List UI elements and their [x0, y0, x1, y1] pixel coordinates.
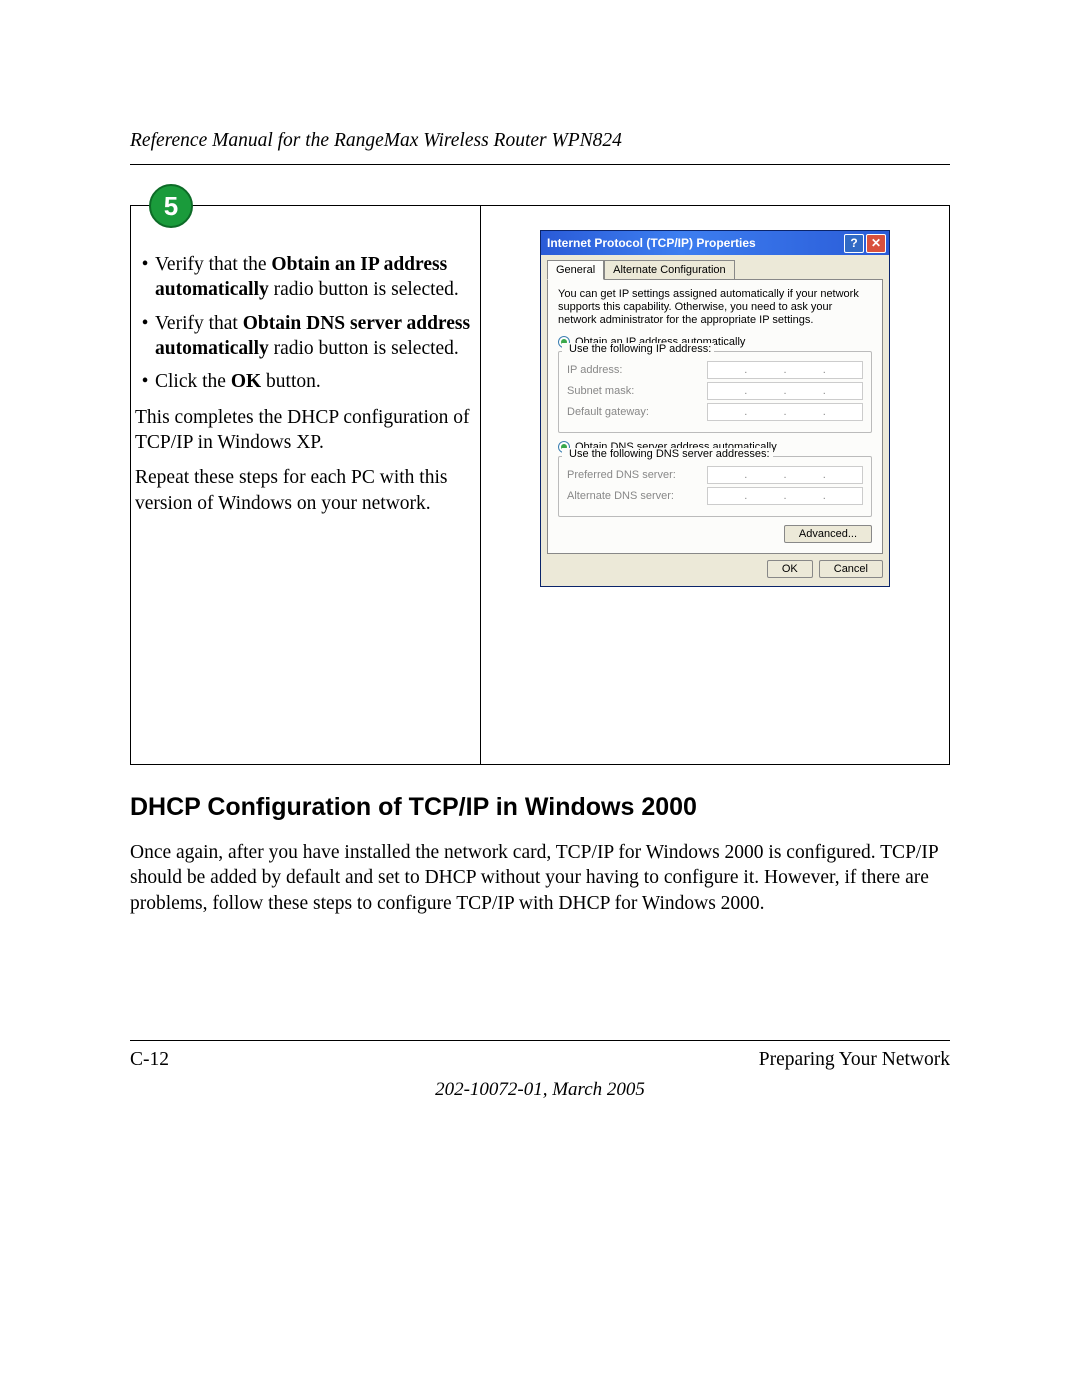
bullet-item: • Verify that Obtain DNS server address …: [135, 311, 472, 362]
row-alternate-dns: Alternate DNS server: ...: [567, 487, 863, 505]
row-subnet: Subnet mask: ...: [567, 382, 863, 400]
close-icon[interactable]: ✕: [866, 234, 886, 253]
footer-rule: [130, 1040, 950, 1041]
label-ip-address: IP address:: [567, 364, 707, 376]
bullet-text: radio button is selected.: [269, 338, 459, 359]
header-rule: [130, 164, 950, 165]
label-alternate-dns: Alternate DNS server:: [567, 490, 707, 502]
help-icon[interactable]: ?: [844, 234, 864, 253]
tab-general[interactable]: General: [547, 260, 604, 280]
bullet-text: Click the: [155, 371, 231, 392]
alternate-dns-field[interactable]: ...: [707, 487, 863, 505]
step-container: 5 • Verify that the Obtain an IP address…: [130, 205, 950, 765]
tab-panel-general: You can get IP settings assigned automat…: [547, 279, 883, 554]
label-gateway: Default gateway:: [567, 406, 707, 418]
preferred-dns-field[interactable]: ...: [707, 466, 863, 484]
doc-header-title: Reference Manual for the RangeMax Wirele…: [130, 130, 950, 152]
bullet-text: Verify that: [155, 313, 243, 334]
step-instructions: 5 • Verify that the Obtain an IP address…: [131, 206, 481, 764]
dialog-title: Internet Protocol (TCP/IP) Properties: [547, 236, 842, 250]
tab-alternate-configuration[interactable]: Alternate Configuration: [604, 260, 735, 280]
radio-use-following-dns[interactable]: Use the following DNS server addresses:: [569, 448, 770, 460]
step-screenshot: Internet Protocol (TCP/IP) Properties ? …: [481, 206, 949, 764]
dialog-titlebar[interactable]: Internet Protocol (TCP/IP) Properties ? …: [541, 231, 889, 255]
fieldset-static-ip: Use the following IP address: IP address…: [558, 351, 872, 433]
dialog-tabs: General Alternate Configuration: [547, 259, 883, 279]
label-subnet: Subnet mask:: [567, 385, 707, 397]
bullet-marker: •: [135, 311, 155, 362]
page-number: C-12: [130, 1049, 169, 1071]
bullet-item: • Click the OK button.: [135, 369, 472, 394]
footer-doc-id: 202-10072-01, March 2005: [130, 1079, 950, 1101]
step-paragraph: Repeat these steps for each PC with this…: [135, 465, 472, 516]
fieldset-static-dns: Use the following DNS server addresses: …: [558, 456, 872, 517]
bullet-text: Verify that the: [155, 254, 271, 275]
bullet-marker: •: [135, 369, 155, 394]
default-gateway-field[interactable]: ...: [707, 403, 863, 421]
row-gateway: Default gateway: ...: [567, 403, 863, 421]
section-heading: DHCP Configuration of TCP/IP in Windows …: [130, 793, 950, 822]
bullet-bold: OK: [231, 371, 261, 392]
advanced-button[interactable]: Advanced...: [784, 525, 872, 543]
bullet-marker: •: [135, 252, 155, 303]
section-body: Once again, after you have installed the…: [130, 840, 950, 916]
step-number-badge: 5: [149, 184, 193, 228]
bullet-text: button.: [261, 371, 321, 392]
tcpip-properties-dialog: Internet Protocol (TCP/IP) Properties ? …: [540, 230, 890, 587]
cancel-button[interactable]: Cancel: [819, 560, 883, 578]
subnet-mask-field[interactable]: ...: [707, 382, 863, 400]
ip-address-field[interactable]: ...: [707, 361, 863, 379]
dialog-description: You can get IP settings assigned automat…: [558, 288, 872, 328]
step-paragraph: This completes the DHCP configuration of…: [135, 405, 472, 456]
footer-section-title: Preparing Your Network: [759, 1049, 950, 1071]
row-preferred-dns: Preferred DNS server: ...: [567, 466, 863, 484]
label-preferred-dns: Preferred DNS server:: [567, 469, 707, 481]
bullet-item: • Verify that the Obtain an IP address a…: [135, 252, 472, 303]
ok-button[interactable]: OK: [767, 560, 813, 578]
row-ip-address: IP address: ...: [567, 361, 863, 379]
bullet-text: radio button is selected.: [269, 279, 459, 300]
radio-use-following-ip[interactable]: Use the following IP address:: [569, 343, 711, 355]
